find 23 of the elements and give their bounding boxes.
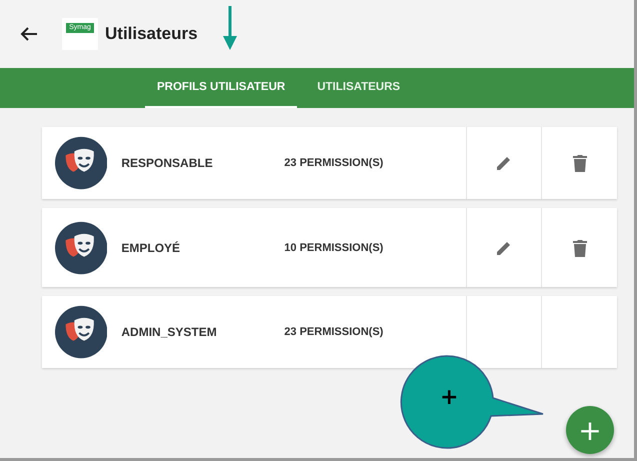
profile-name: ADMIN_SYSTEM (121, 325, 218, 339)
permission-count: 10 PERMISSION(S) (284, 242, 384, 254)
theater-masks-icon (55, 220, 108, 274)
profile-card[interactable]: RESPONSABLE 23 PERMISSION(S) (42, 127, 617, 199)
back-arrow-icon[interactable] (20, 26, 38, 42)
annotation-arrow (222, 6, 238, 52)
profile-card[interactable]: EMPLOYÉ 10 PERMISSION(S) (42, 208, 617, 287)
theater-masks-icon (55, 305, 108, 359)
delete-button[interactable] (572, 154, 587, 172)
add-button[interactable]: + (566, 406, 614, 454)
edit-button[interactable] (496, 240, 512, 256)
edit-button[interactable] (496, 155, 512, 171)
permission-count: 23 PERMISSION(S) (284, 157, 384, 169)
theater-masks-icon (55, 136, 108, 190)
profile-card[interactable]: ADMIN_SYSTEM 23 PERMISSION(S) (42, 296, 617, 368)
profile-name: EMPLOYÉ (121, 240, 182, 254)
callout-text: + (440, 385, 458, 410)
page-title: Utilisateurs (105, 24, 198, 44)
delete-button[interactable] (572, 238, 587, 256)
permission-count: 23 PERMISSION(S) (284, 326, 384, 338)
tab[interactable]: UTILISATEURS (305, 68, 412, 108)
tab[interactable]: PROFILS UTILISATEUR (145, 68, 298, 108)
profile-name: RESPONSABLE (121, 156, 214, 170)
